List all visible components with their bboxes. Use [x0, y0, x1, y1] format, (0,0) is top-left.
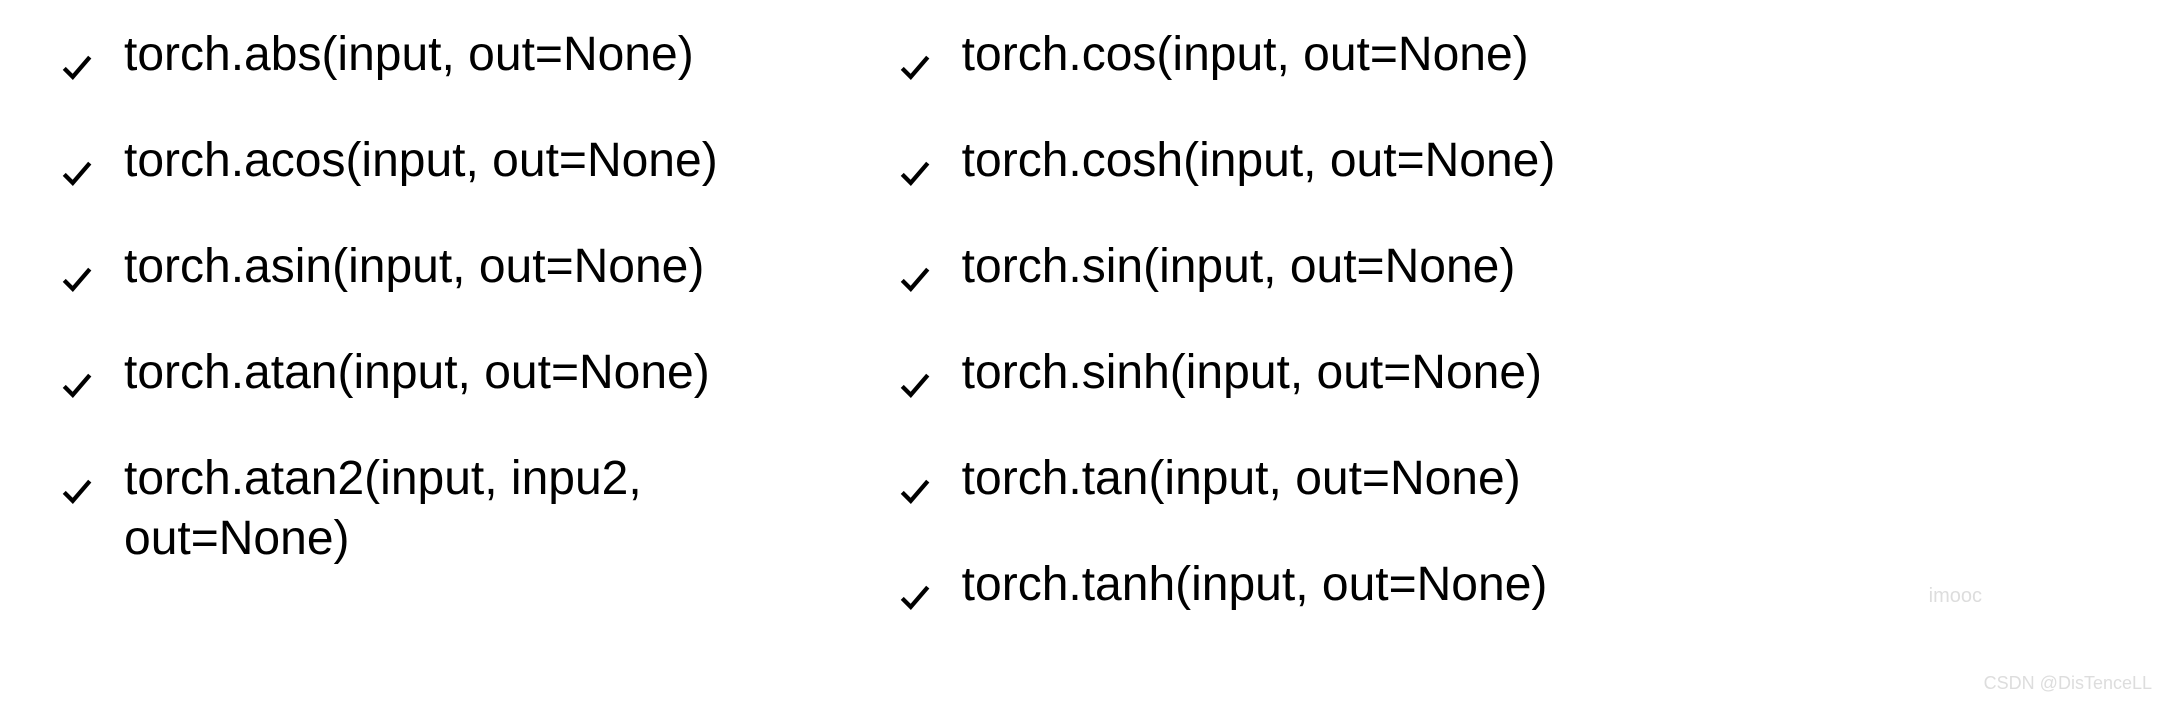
list-item: torch.acos(input, out=None) — [60, 131, 718, 191]
function-signature: torch.abs(input, out=None) — [124, 25, 694, 85]
function-signature: torch.tan(input, out=None) — [962, 449, 1521, 509]
list-item: torch.sinh(input, out=None) — [898, 343, 1556, 403]
function-signature: torch.cos(input, out=None) — [962, 25, 1529, 85]
right-column: torch.cos(input, out=None) torch.cosh(in… — [898, 25, 1556, 661]
watermark-csdn: CSDN @DisTenceLL — [1984, 673, 2152, 694]
check-icon — [60, 463, 94, 497]
check-icon — [60, 145, 94, 179]
list-item: torch.cosh(input, out=None) — [898, 131, 1556, 191]
list-item: torch.sin(input, out=None) — [898, 237, 1556, 297]
list-item: torch.atan(input, out=None) — [60, 343, 718, 403]
function-signature: torch.tanh(input, out=None) — [962, 555, 1548, 615]
check-icon — [60, 357, 94, 391]
list-item: torch.tan(input, out=None) — [898, 449, 1556, 509]
list-item: torch.tanh(input, out=None) — [898, 555, 1556, 615]
check-icon — [898, 357, 932, 391]
function-signature: torch.acos(input, out=None) — [124, 131, 718, 191]
check-icon — [898, 251, 932, 285]
check-icon — [60, 39, 94, 73]
function-signature: torch.asin(input, out=None) — [124, 237, 704, 297]
check-icon — [898, 463, 932, 497]
list-item: torch.cos(input, out=None) — [898, 25, 1556, 85]
function-signature: torch.sin(input, out=None) — [962, 237, 1516, 297]
check-icon — [898, 569, 932, 603]
check-icon — [60, 251, 94, 285]
function-signature: torch.sinh(input, out=None) — [962, 343, 1542, 403]
list-item: torch.atan2(input, inpu2, out=None) — [60, 449, 718, 569]
function-signature: torch.atan2(input, inpu2, out=None) — [124, 449, 642, 569]
list-item: torch.asin(input, out=None) — [60, 237, 718, 297]
function-signature-line: torch.atan2(input, inpu2, — [124, 449, 642, 509]
two-column-list: torch.abs(input, out=None) torch.acos(in… — [60, 25, 2122, 661]
left-column: torch.abs(input, out=None) torch.acos(in… — [60, 25, 718, 661]
check-icon — [898, 39, 932, 73]
function-signature: torch.cosh(input, out=None) — [962, 131, 1556, 191]
function-signature-line: out=None) — [124, 509, 642, 569]
function-signature: torch.atan(input, out=None) — [124, 343, 710, 403]
check-icon — [898, 145, 932, 179]
list-item: torch.abs(input, out=None) — [60, 25, 718, 85]
